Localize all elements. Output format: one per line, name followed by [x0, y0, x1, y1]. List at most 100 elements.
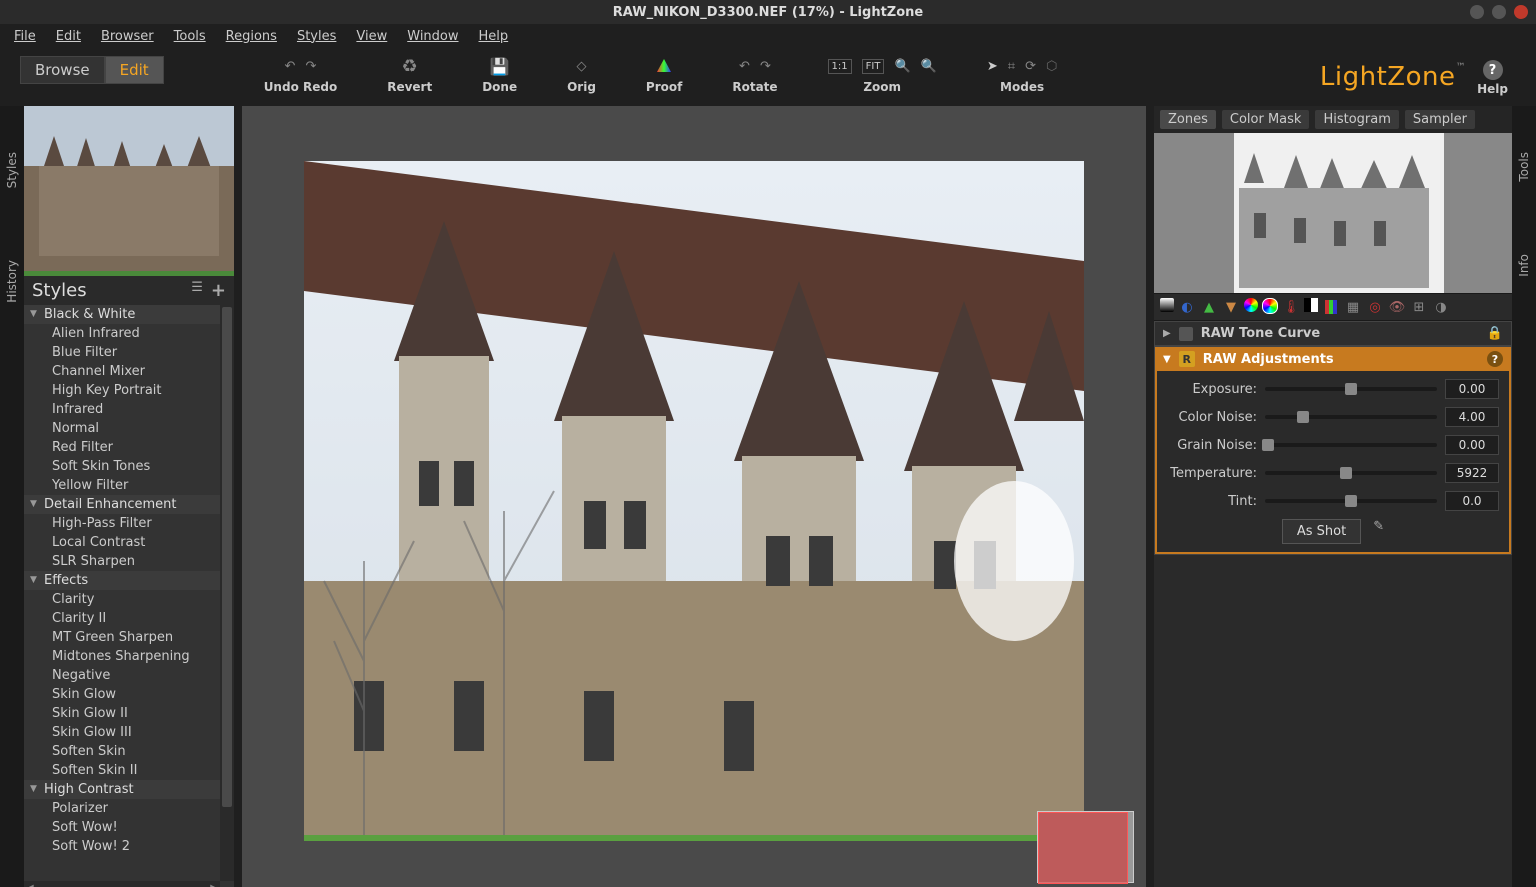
tab-zones[interactable]: Zones — [1160, 110, 1216, 129]
tab-histogram[interactable]: Histogram — [1315, 110, 1398, 129]
tool-blur-icon[interactable]: ▼ — [1222, 298, 1240, 316]
style-item[interactable]: Midtones Sharpening — [24, 647, 234, 666]
color-noise-slider[interactable] — [1265, 415, 1437, 419]
menu-browser[interactable]: Browser — [93, 27, 162, 46]
tool-bw-icon[interactable] — [1304, 298, 1318, 312]
rotate-mode-icon[interactable]: ⟳ — [1025, 59, 1036, 74]
grain-noise-value[interactable]: 0.00 — [1445, 435, 1499, 455]
navigator-panel[interactable] — [1037, 811, 1134, 883]
window-close-button[interactable] — [1514, 5, 1528, 19]
region-mode-icon[interactable]: ⬡ — [1046, 59, 1057, 74]
style-item[interactable]: Alien Infrared — [24, 324, 234, 343]
menu-help[interactable]: Help — [471, 27, 517, 46]
style-item[interactable]: Negative — [24, 666, 234, 685]
style-group[interactable]: Effects — [24, 571, 234, 590]
temperature-value[interactable]: 5922 — [1445, 463, 1499, 483]
tab-color-mask[interactable]: Color Mask — [1222, 110, 1310, 129]
styles-scrollbar-horizontal[interactable]: ◀▶ — [24, 881, 220, 887]
zoom-in-icon[interactable]: 🔍 — [894, 59, 910, 74]
style-item[interactable]: Blue Filter — [24, 343, 234, 362]
undo-icon[interactable]: ↶ — [285, 59, 296, 74]
tool-noise-icon[interactable]: ▦ — [1344, 298, 1362, 316]
styles-list-view-icon[interactable]: ☰ — [191, 280, 203, 301]
tint-slider[interactable] — [1265, 499, 1437, 503]
navigator-selection[interactable] — [1038, 812, 1128, 884]
style-item[interactable]: High Key Portrait — [24, 381, 234, 400]
revert-icon[interactable]: ♻ — [402, 56, 418, 77]
zoom-1-1-button[interactable]: 1:1 — [828, 59, 852, 74]
canvas-area[interactable] — [242, 106, 1146, 887]
style-item[interactable]: High-Pass Filter — [24, 514, 234, 533]
tab-sampler[interactable]: Sampler — [1405, 110, 1475, 129]
tool-sharpen-icon[interactable]: ▲ — [1200, 298, 1218, 316]
mode-browse-button[interactable]: Browse — [20, 56, 105, 84]
tool-hue-icon[interactable] — [1244, 298, 1258, 312]
zoom-out-icon[interactable]: 🔍 — [921, 59, 937, 74]
panel-splitter-left[interactable] — [234, 106, 242, 887]
eyedropper-icon[interactable]: ✎ — [1373, 519, 1384, 544]
style-item[interactable]: Skin Glow — [24, 685, 234, 704]
menu-file[interactable]: File — [6, 27, 44, 46]
style-item[interactable]: Soften Skin — [24, 742, 234, 761]
window-minimize-button[interactable] — [1470, 5, 1484, 19]
tool-channels-icon[interactable] — [1322, 298, 1340, 316]
style-group[interactable]: Detail Enhancement — [24, 495, 234, 514]
style-item[interactable]: Infrared — [24, 400, 234, 419]
style-item[interactable]: Yellow Filter — [24, 476, 234, 495]
as-shot-button[interactable]: As Shot — [1282, 519, 1361, 544]
style-item[interactable]: Soft Skin Tones — [24, 457, 234, 476]
style-item[interactable]: Polarizer — [24, 799, 234, 818]
style-item[interactable]: Skin Glow III — [24, 723, 234, 742]
menu-regions[interactable]: Regions — [218, 27, 285, 46]
style-item[interactable]: Red Filter — [24, 438, 234, 457]
styles-list[interactable]: Black & WhiteAlien InfraredBlue FilterCh… — [24, 305, 234, 887]
stack-help-icon[interactable]: ? — [1487, 351, 1503, 367]
menu-tools[interactable]: Tools — [166, 27, 214, 46]
styles-scrollbar-vertical[interactable] — [220, 305, 234, 881]
style-item[interactable]: Normal — [24, 419, 234, 438]
mode-edit-button[interactable]: Edit — [105, 56, 164, 84]
right-tab-tools[interactable]: Tools — [1515, 146, 1533, 188]
right-tab-info[interactable]: Info — [1515, 248, 1533, 283]
style-group[interactable]: Black & White — [24, 305, 234, 324]
menu-window[interactable]: Window — [399, 27, 466, 46]
arrow-mode-icon[interactable]: ➤ — [987, 59, 998, 74]
stack-raw-tone-curve[interactable]: ▶ RAW Tone Curve 🔒 — [1154, 321, 1512, 346]
color-noise-value[interactable]: 4.00 — [1445, 407, 1499, 427]
lock-icon[interactable]: 🔒 — [1487, 326, 1503, 341]
style-item[interactable]: Skin Glow II — [24, 704, 234, 723]
style-item[interactable]: Local Contrast — [24, 533, 234, 552]
tool-color-balance-icon[interactable] — [1262, 298, 1278, 314]
tool-zonemapper-icon[interactable] — [1160, 298, 1174, 312]
disclosure-icon[interactable]: ▶ — [1163, 328, 1171, 339]
help-icon[interactable]: ? — [1483, 60, 1503, 80]
window-maximize-button[interactable] — [1492, 5, 1506, 19]
rotate-left-icon[interactable]: ↶ — [739, 59, 750, 74]
disclosure-icon[interactable]: ▼ — [1163, 354, 1171, 365]
tint-value[interactable]: 0.0 — [1445, 491, 1499, 511]
orig-icon[interactable]: ◇ — [577, 59, 587, 74]
style-item[interactable]: Soften Skin II — [24, 761, 234, 780]
tool-wb-icon[interactable]: 🌡 — [1282, 298, 1300, 316]
crop-mode-icon[interactable]: ⌗ — [1008, 59, 1015, 74]
style-item[interactable]: MT Green Sharpen — [24, 628, 234, 647]
tool-raw-icon[interactable]: ◑ — [1432, 298, 1450, 316]
panel-splitter-right[interactable] — [1146, 106, 1154, 887]
menu-styles[interactable]: Styles — [289, 27, 344, 46]
style-item[interactable]: Clarity II — [24, 609, 234, 628]
menu-edit[interactable]: Edit — [48, 27, 89, 46]
tool-relight-icon[interactable]: ◐ — [1178, 298, 1196, 316]
zoom-fit-button[interactable]: FIT — [862, 59, 885, 74]
tone-curve-checkbox-icon[interactable] — [1179, 327, 1193, 341]
proof-icon[interactable] — [655, 57, 673, 75]
menu-view[interactable]: View — [348, 27, 395, 46]
style-item[interactable]: Clarity — [24, 590, 234, 609]
left-tab-styles[interactable]: Styles — [3, 146, 21, 194]
left-tab-history[interactable]: History — [3, 254, 21, 309]
grain-noise-slider[interactable] — [1265, 443, 1437, 447]
done-icon[interactable]: 💾 — [490, 57, 510, 76]
rotate-right-icon[interactable]: ↷ — [760, 59, 771, 74]
temperature-slider[interactable] — [1265, 471, 1437, 475]
tool-redeye-icon[interactable]: ◎ — [1366, 298, 1384, 316]
redo-icon[interactable]: ↷ — [305, 59, 316, 74]
